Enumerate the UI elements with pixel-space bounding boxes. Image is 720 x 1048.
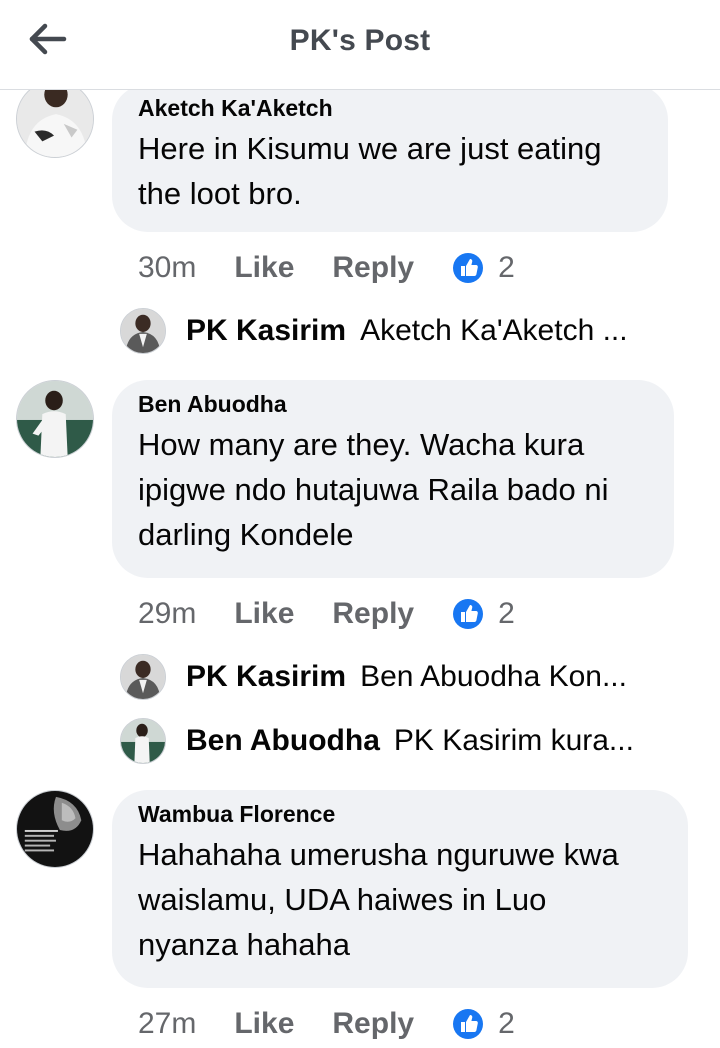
reply-author: PK Kasirim <box>186 314 347 347</box>
reply-preview[interactable]: PK Kasirim Ben Abuodha Kon... <box>120 654 680 700</box>
reaction-count: 2 <box>498 597 515 630</box>
comment-text-line: Hahahaha umerusha nguruwe kwa <box>138 837 619 872</box>
reply-button[interactable]: Reply <box>332 251 414 285</box>
reply-author: PK Kasirim <box>186 660 347 693</box>
comment-text-line: the loot bro. <box>138 176 302 211</box>
reaction-summary[interactable]: 2 <box>452 251 515 285</box>
comment-time[interactable]: 30m <box>138 251 196 285</box>
reply-text: PK Kasirim kura... <box>393 724 634 757</box>
comment-actions: 30m Like Reply 2 <box>138 248 515 288</box>
reply-text: Ben Abuodha Kon... <box>360 660 627 693</box>
reply-author: Ben Abuodha <box>186 724 380 757</box>
page-title: PK's Post <box>289 24 431 57</box>
comment-text-line: darling Kondele <box>138 517 354 552</box>
avatar-aketch[interactable] <box>16 80 94 158</box>
reply-text: Aketch Ka'Aketch ... <box>360 314 628 347</box>
like-button[interactable]: Like <box>234 251 294 285</box>
reaction-count: 2 <box>498 1007 515 1040</box>
comment-author[interactable]: Ben Abuodha <box>138 390 648 418</box>
comment-bubble: Ben Abuodha How many are they. Wacha kur… <box>112 380 674 578</box>
reaction-count: 2 <box>498 251 515 284</box>
top-bar: PK's Post <box>0 0 720 90</box>
avatar-photo <box>17 381 93 457</box>
avatar-pk-kasirim <box>120 308 166 354</box>
avatar-photo <box>17 791 93 867</box>
comment-author[interactable]: Wambua Florence <box>138 800 662 828</box>
avatar-photo <box>121 309 165 353</box>
comment-text-line: How many are they. Wacha kura <box>138 427 585 462</box>
avatar-pk-kasirim <box>120 654 166 700</box>
avatar-ben-abuodha <box>120 718 166 764</box>
thumbs-up-reaction-icon <box>453 599 484 629</box>
reply-button[interactable]: Reply <box>332 1007 414 1041</box>
like-button[interactable]: Like <box>234 1007 294 1041</box>
avatar-photo <box>121 655 165 699</box>
comment-text: Here in Kisumu we are just eating the lo… <box>138 126 642 216</box>
reaction-summary[interactable]: 2 <box>452 597 515 631</box>
comment-text: How many are they. Wacha kura ipigwe ndo… <box>138 422 648 557</box>
comment-text-line: ipigwe ndo hutajuwa Raila bado ni <box>138 472 609 507</box>
comment-actions: 29m Like Reply 2 <box>138 594 515 634</box>
comment-time[interactable]: 29m <box>138 597 196 631</box>
comment-text-line: Here in Kisumu we are just eating <box>138 131 602 166</box>
thumbs-up-reaction-icon <box>453 253 484 283</box>
comment-time[interactable]: 27m <box>138 1007 196 1041</box>
comment-bubble: Aketch Ka'Aketch Here in Kisumu we are j… <box>112 84 668 232</box>
avatar-photo <box>17 81 93 157</box>
comment-bubble: Wambua Florence Hahahaha umerusha nguruw… <box>112 790 688 988</box>
comment-thread: Aketch Ka'Aketch Here in Kisumu we are j… <box>0 0 720 1048</box>
reply-preview[interactable]: Ben Abuodha PK Kasirim kura... <box>120 718 680 764</box>
comment-text-line: waislamu, UDA haiwes in Luo <box>138 882 547 917</box>
comment-author[interactable]: Aketch Ka'Aketch <box>138 94 642 122</box>
comment-actions: 27m Like Reply 2 <box>138 1004 515 1044</box>
reply-button[interactable]: Reply <box>332 597 414 631</box>
comment-text: Hahahaha umerusha nguruwe kwa waislamu, … <box>138 832 662 967</box>
comment-text-line: nyanza hahaha <box>138 927 351 962</box>
avatar-ben-abuodha[interactable] <box>16 380 94 458</box>
avatar-photo <box>121 719 165 763</box>
thumbs-up-reaction-icon <box>453 1009 484 1039</box>
like-button[interactable]: Like <box>234 597 294 631</box>
avatar-wambua-florence[interactable] <box>16 790 94 868</box>
reaction-summary[interactable]: 2 <box>452 1007 515 1041</box>
reply-preview[interactable]: PK Kasirim Aketch Ka'Aketch ... <box>120 308 680 354</box>
